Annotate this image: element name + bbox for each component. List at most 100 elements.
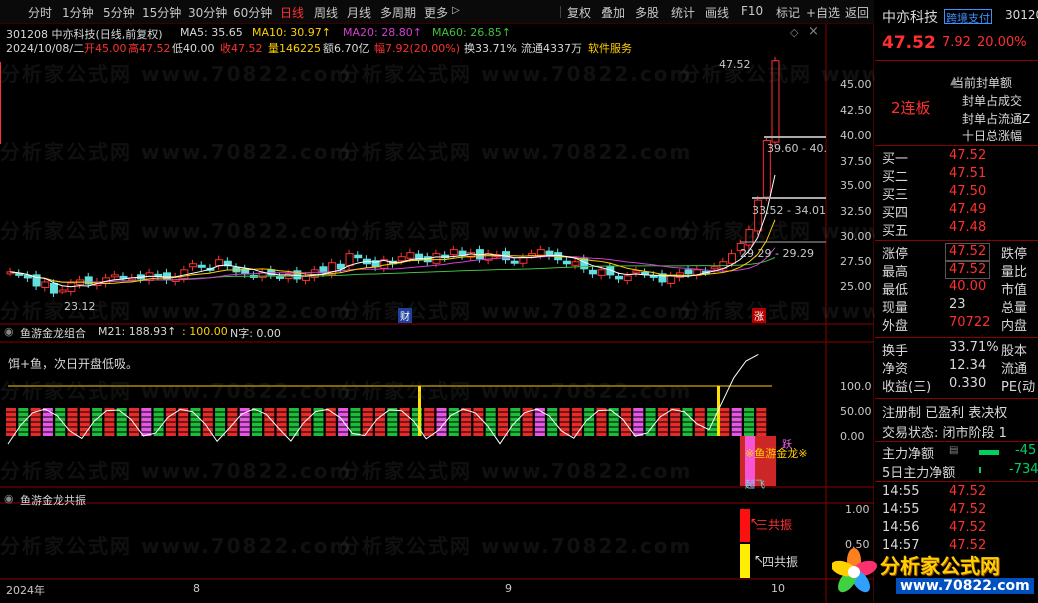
limit-up-event-badge[interactable]: 涨	[752, 308, 766, 323]
y-tick: 42.50	[840, 104, 872, 117]
status-line-1: 注册制 已盈利 表决权	[882, 406, 1008, 421]
bar-amount: 额6.70亿	[323, 42, 370, 55]
bar-volume: 量146225	[268, 42, 321, 55]
candle-body	[545, 250, 554, 257]
candle-body	[119, 275, 128, 279]
y-tick: 40.00	[840, 129, 872, 142]
finance-event-badge[interactable]: 财	[398, 308, 412, 323]
divider	[875, 398, 1038, 399]
add-watchlist-button[interactable]: +自选	[806, 4, 840, 21]
watermark: 分析家公式网 www.70822.com	[340, 140, 693, 164]
main-net-label: 主力净额	[882, 447, 935, 462]
quote-value: 47.52	[945, 261, 991, 279]
ma20-label: MA20: 28.80↑	[343, 26, 422, 39]
watermark: 分析家公式网 www.70822.com	[340, 379, 693, 403]
panel2-collapse-icon[interactable]: ◉	[4, 325, 14, 339]
y-tick: 45.00	[840, 78, 872, 91]
bid-level-price[interactable]: 47.49	[949, 202, 986, 220]
candle-body	[684, 269, 693, 275]
period-tab-monthly[interactable]: 月线	[347, 4, 371, 21]
period-tab-30min[interactable]: 30分钟	[188, 4, 227, 21]
tick-price: 47.52	[949, 502, 987, 517]
concept-tag[interactable]: 跨境支付	[944, 9, 992, 25]
bar-date: 2024/10/08/二	[6, 42, 85, 55]
finance-label-right: PE(动	[1001, 380, 1036, 395]
signal-label-takeoff: 起飞	[745, 480, 765, 491]
watermark: 分析家公式网 www.70822.com	[0, 459, 353, 483]
quote-value: 47.52	[945, 243, 991, 261]
candle-body	[641, 271, 650, 275]
high-price-label: 47.52	[719, 58, 751, 71]
period-tab-more[interactable]: 更多	[424, 4, 448, 21]
period-tab-1min[interactable]: 1分钟	[62, 4, 94, 21]
bar-amplitude: 幅7.92(20.00%)	[374, 42, 461, 55]
date-label: 8	[193, 582, 200, 595]
statistics-button[interactable]: 统计	[671, 4, 695, 21]
back-button[interactable]: 返回	[845, 4, 869, 21]
restore-rights-button[interactable]: 复权	[567, 4, 591, 21]
bar-open: 开45.00	[84, 42, 127, 55]
period-tab-fenshi[interactable]: 分时	[28, 4, 52, 21]
period-tab-daily[interactable]: 日线	[280, 4, 304, 21]
candlesticks	[6, 56, 780, 298]
y-tick: 37.50	[840, 155, 872, 168]
seal-ratio-label: 封单占成交	[962, 94, 1023, 108]
multi-stock-button[interactable]: 多股	[635, 4, 659, 21]
panel3-title: 鱼游金龙共振	[20, 494, 86, 507]
quad-resonance-bar	[740, 544, 750, 578]
bid-level-label: 买四	[882, 206, 909, 221]
bid-level-price[interactable]: 47.52	[949, 148, 986, 166]
more-arrow-icon[interactable]: ▷	[452, 5, 460, 16]
bid-level-price[interactable]: 47.51	[949, 166, 986, 184]
candle-body	[397, 256, 406, 262]
period-tab-weekly[interactable]: 周线	[314, 4, 338, 21]
bid-level-price[interactable]: 47.50	[949, 184, 986, 202]
panel2-title: 鱼游金龙组合	[20, 327, 86, 340]
divider	[875, 441, 1038, 442]
candle-body	[110, 274, 119, 278]
finance-value: 12.34	[949, 358, 987, 373]
finance-value: 33.71%	[949, 340, 999, 355]
candle-body	[162, 272, 171, 281]
mark-button[interactable]: 标记	[776, 4, 800, 21]
table-icon[interactable]: ▤	[949, 445, 958, 463]
bar-close: 收47.52	[220, 42, 263, 55]
period-tab-multi[interactable]: 多周期	[380, 4, 416, 21]
close-icon[interactable]: ×	[808, 24, 819, 39]
panel2-m21: M21: 188.93↑	[98, 325, 177, 338]
bid-level-price[interactable]: 47.48	[949, 220, 986, 238]
candle-body	[275, 275, 284, 279]
pct-change: 20.00%	[977, 35, 1027, 50]
draw-line-button[interactable]: 画线	[705, 4, 729, 21]
logo-url: www.70822.com	[896, 578, 1034, 594]
logo-title: 分析家公式网	[880, 554, 1000, 578]
divider	[875, 337, 1038, 338]
date-label: 2024年	[6, 584, 45, 597]
f10-button[interactable]: F10	[741, 4, 763, 18]
candle-body	[571, 261, 580, 266]
candle-body	[406, 252, 415, 259]
panel3-collapse-icon[interactable]: ◉	[4, 492, 14, 506]
y-tick: 35.00	[840, 179, 872, 192]
candle-body	[345, 253, 354, 267]
tick-time: 14:56	[882, 520, 920, 535]
period-tab-5min[interactable]: 5分钟	[103, 4, 135, 21]
p2-y-tick: 0.00	[840, 430, 865, 443]
quote-value: 40.00	[949, 279, 987, 294]
overlay-button[interactable]: 叠加	[601, 4, 625, 21]
divider	[875, 481, 1038, 482]
watermark: 分析家公式网 www.70822.com	[0, 534, 353, 558]
candle-body	[449, 249, 458, 256]
watermark: 分析家公式网 www.70822.com	[340, 459, 693, 483]
period-tab-60min[interactable]: 60分钟	[233, 4, 272, 21]
quad-resonance-label: 四共振	[762, 555, 799, 569]
scroll-up-icon[interactable]: ▲	[950, 76, 958, 94]
expand-icon[interactable]: ◇	[790, 26, 798, 39]
y-tick: 30.00	[840, 230, 872, 243]
bar-float: 流通4337万	[521, 42, 582, 55]
candle-body	[510, 260, 519, 264]
quote-label-right: 跌停	[1001, 247, 1028, 262]
period-tab-15min[interactable]: 15分钟	[142, 4, 181, 21]
candle-body	[58, 289, 67, 293]
main-net-bar	[979, 450, 999, 455]
